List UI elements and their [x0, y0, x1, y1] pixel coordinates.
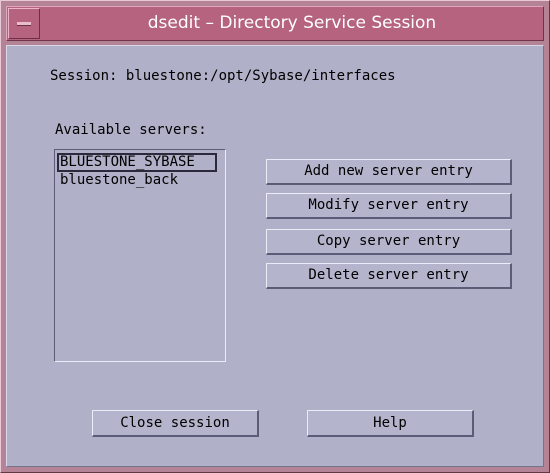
- window-title: dsedit – Directory Service Session: [147, 13, 437, 33]
- server-list-item-bluestone-back[interactable]: bluestone_back: [58, 171, 178, 189]
- window-menu-button[interactable]: [8, 8, 40, 39]
- modify-server-button[interactable]: Modify server entry: [266, 193, 512, 219]
- delete-server-button[interactable]: Delete server entry: [266, 263, 512, 289]
- close-session-button[interactable]: Close session: [92, 410, 259, 437]
- copy-server-button[interactable]: Copy server entry: [266, 229, 512, 255]
- title-bar[interactable]: dsedit – Directory Service Session: [6, 6, 544, 41]
- server-list[interactable]: BLUESTONE_SYBASE bluestone_back: [54, 149, 226, 362]
- available-servers-heading: Available servers:: [55, 122, 207, 138]
- session-label: Session: bluestone:/opt/Sybase/interface…: [50, 68, 396, 84]
- dsedit-window: dsedit – Directory Service Session Sessi…: [0, 0, 550, 473]
- window-menu-icon: [17, 22, 31, 26]
- server-list-item-bluestone-sybase[interactable]: BLUESTONE_SYBASE: [57, 153, 217, 172]
- add-server-button[interactable]: Add new server entry: [266, 159, 512, 185]
- dialog-body: Session: bluestone:/opt/Sybase/interface…: [6, 45, 544, 467]
- help-button[interactable]: Help: [307, 410, 474, 437]
